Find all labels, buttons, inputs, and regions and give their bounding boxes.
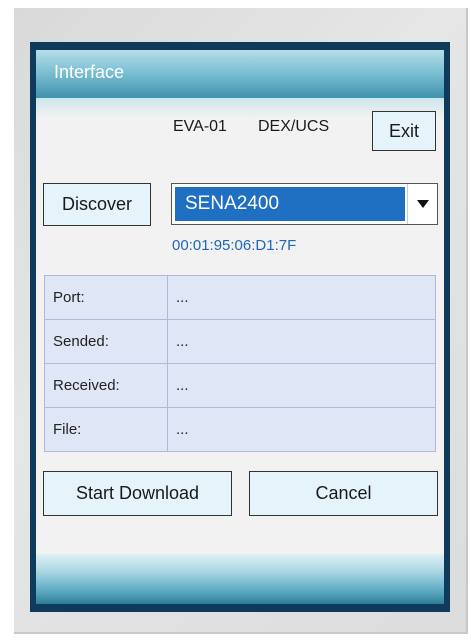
exit-button[interactable]: Exit [372, 111, 436, 151]
table-row: Port: ... [44, 275, 436, 320]
discover-button[interactable]: Discover [43, 183, 151, 226]
device-select[interactable]: SENA2400 [171, 183, 438, 225]
row-label: Sended: [44, 319, 168, 364]
row-value: ... [167, 275, 436, 320]
model-label: EVA-01 [173, 118, 227, 135]
mac-address: 00:01:95:06:D1:7F [172, 237, 297, 254]
row-label: Received: [44, 363, 168, 408]
window-title: Interface [54, 62, 125, 82]
start-download-button[interactable]: Start Download [43, 471, 232, 516]
protocol-label: DEX/UCS [258, 118, 330, 135]
triangle-down-icon[interactable] [407, 184, 437, 224]
footer-bar [36, 554, 444, 604]
row-value: ... [167, 319, 436, 364]
table-row: File: ... [44, 407, 436, 452]
title-bar: Interface [36, 50, 444, 99]
table-row: Received: ... [44, 363, 436, 408]
row-value: ... [167, 407, 436, 452]
status-table: Port: ... Sended: ... Received: ... File… [44, 275, 436, 452]
row-label: Port: [44, 275, 168, 320]
device-select-value: SENA2400 [175, 187, 405, 221]
row-value: ... [167, 363, 436, 408]
cancel-button[interactable]: Cancel [249, 471, 438, 516]
table-row: Sended: ... [44, 319, 436, 364]
row-label: File: [44, 407, 168, 452]
